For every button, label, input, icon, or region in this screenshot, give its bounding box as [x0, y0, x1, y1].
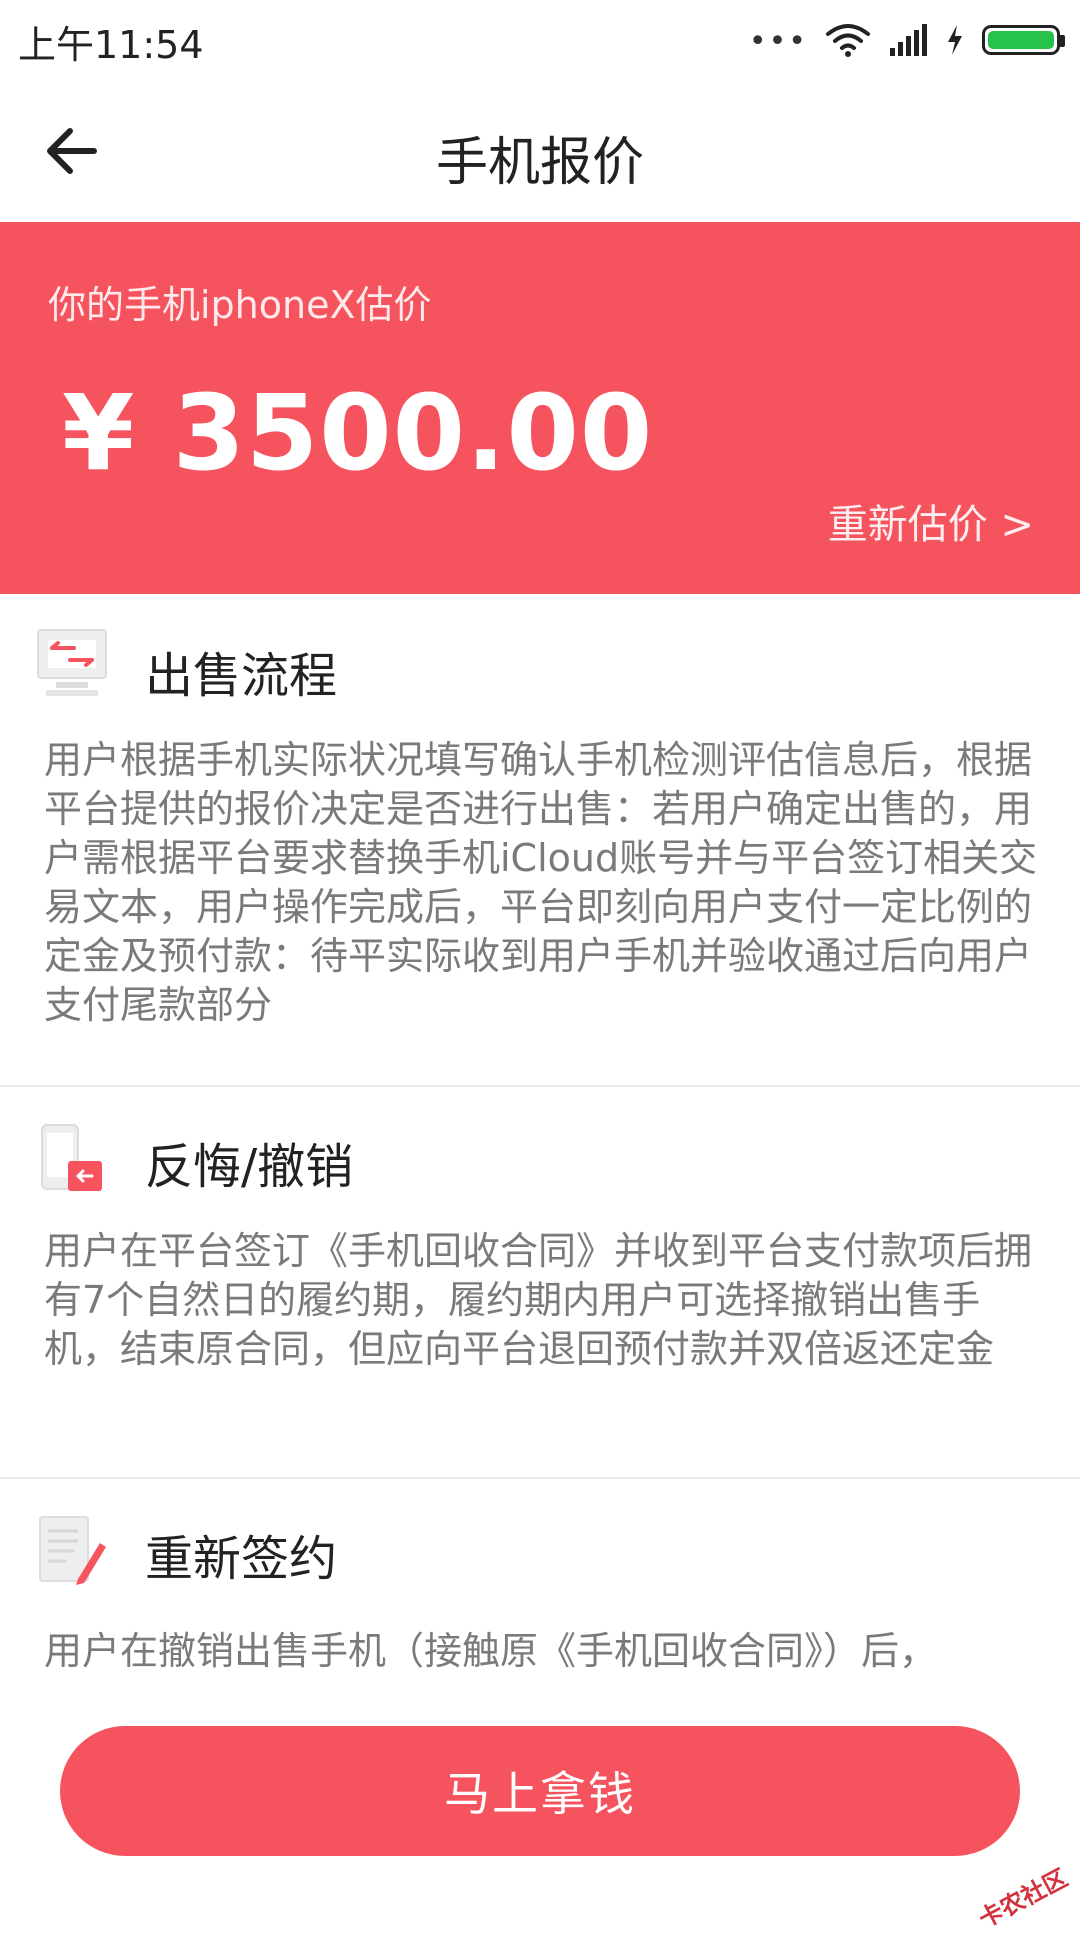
page-title: 手机报价 — [435, 133, 644, 193]
status-bar: 上午11:54 ••• — [0, 0, 1080, 80]
section-title: 出售流程 — [145, 648, 338, 704]
section-text: 用户在撤销出售手机（接触原《手机回收合同》）后， — [44, 1629, 938, 1673]
watermark: 卡农社区 — [974, 1863, 1073, 1934]
status-time: 上午11:54 — [18, 23, 204, 67]
section-sell-process: 出售流程 用户根据手机实际状况填写确认手机检测评估信息后，根据平台提供的报价决定… — [0, 596, 1080, 1086]
nav-bar: 手机报价 — [0, 80, 1080, 220]
wifi-icon — [826, 24, 870, 57]
reestimate-link[interactable]: 重新估价 > — [828, 492, 1034, 550]
monitor-transfer-icon — [37, 629, 107, 696]
more-dots-icon: ••• — [748, 24, 808, 59]
get-money-button[interactable]: 马上拿钱 — [60, 1726, 1020, 1856]
battery-icon — [982, 25, 1065, 55]
phone-return-icon — [41, 1124, 102, 1191]
section-title: 重新签约 — [145, 1531, 338, 1587]
document-pen-icon — [39, 1516, 106, 1585]
estimate-caption: 你的手机iphoneX估价 — [48, 283, 432, 327]
section-text: 用户根据手机实际状况填写确认手机检测评估信息后，根据平台提供的报价决定是否进行出… — [44, 738, 1038, 1027]
estimated-price: ¥ 3500.00 — [62, 372, 654, 494]
status-icons: ••• — [748, 18, 1065, 62]
section-text: 用户在平台签订《手机回收合同》并收到平台支付款项后拥有7个自然日的履约期，履约期… — [44, 1229, 1033, 1371]
signal-icon — [890, 24, 927, 56]
price-banner: 你的手机iphoneX估价 ¥ 3500.00 重新估价 > — [0, 222, 1080, 594]
section-revoke: 反悔/撤销 用户在平台签订《手机回收合同》并收到平台支付款项后拥有7个自然日的履… — [0, 1087, 1080, 1477]
section-resign: 重新签约 用户在撤销出售手机（接触原《手机回收合同》）后， — [0, 1479, 1080, 1679]
section-title: 反悔/撤销 — [145, 1139, 354, 1195]
charging-icon — [948, 25, 962, 55]
